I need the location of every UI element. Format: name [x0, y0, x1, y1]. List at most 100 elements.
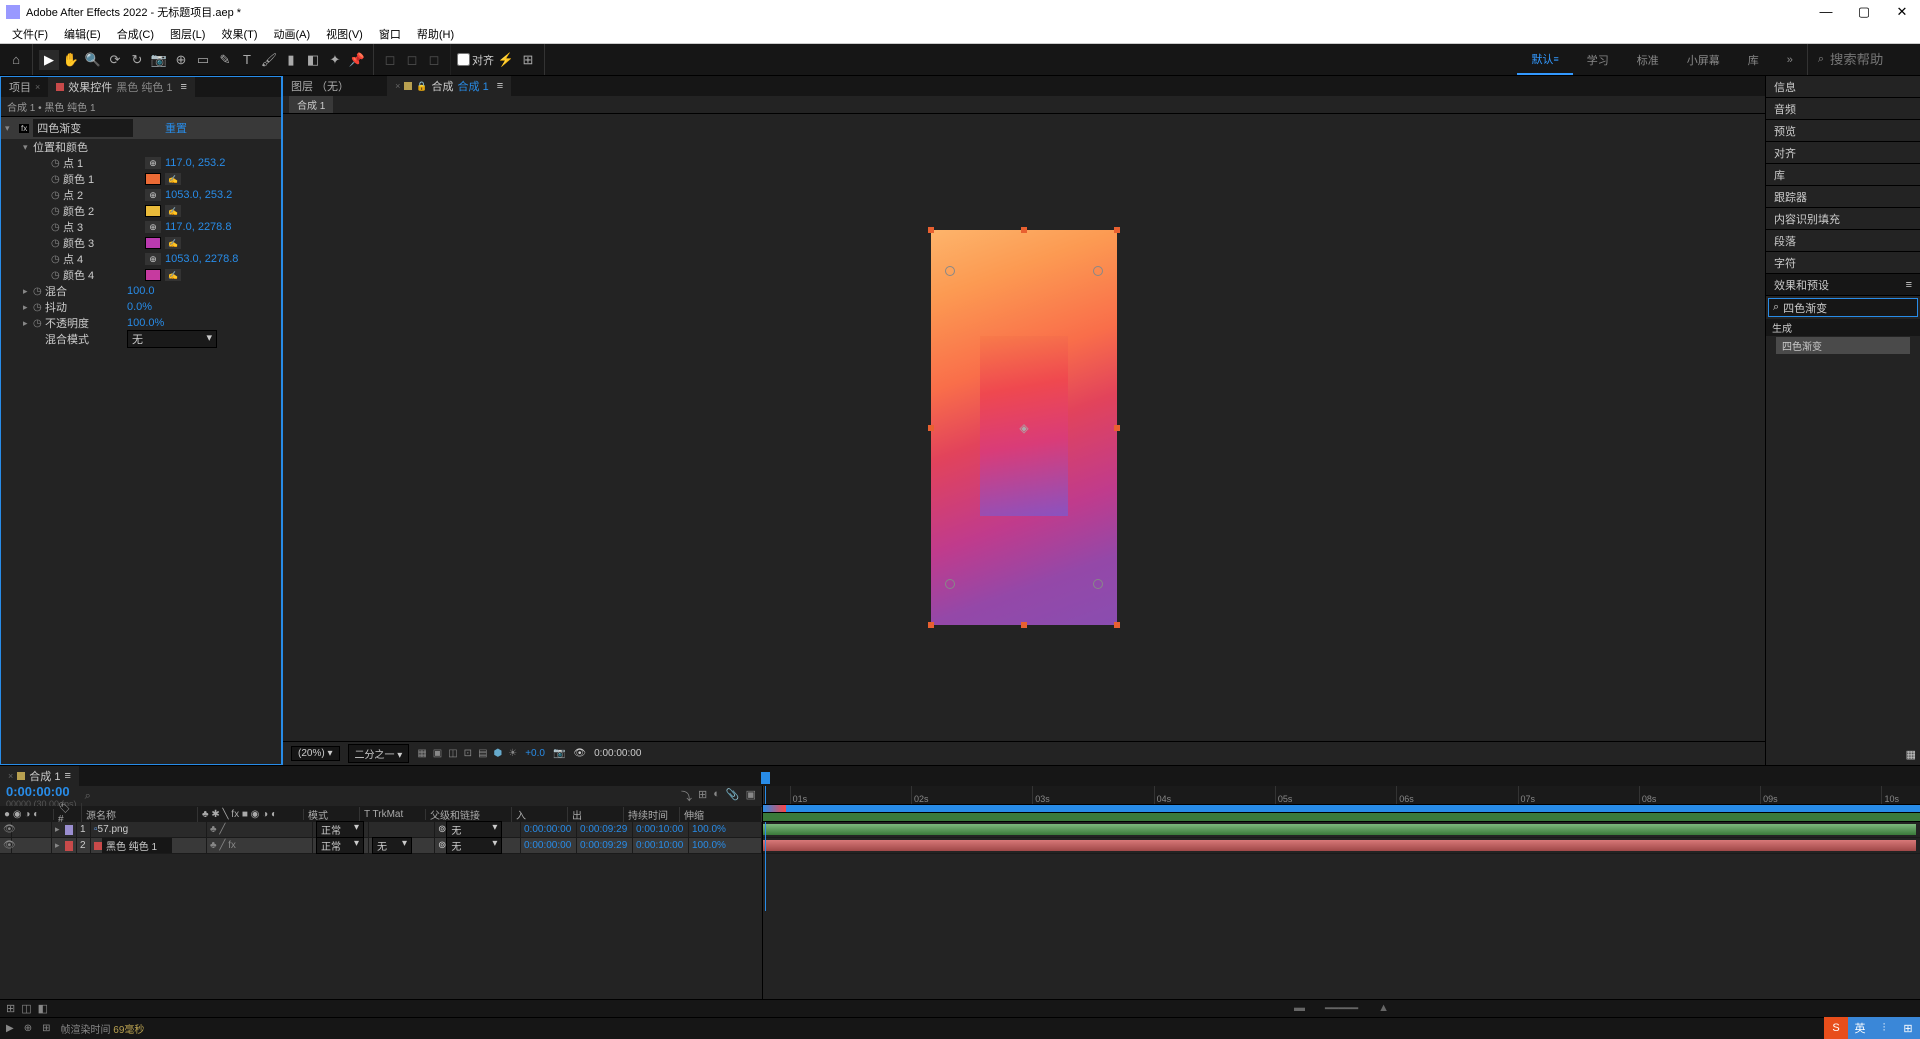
effect-point-2[interactable] [1093, 266, 1103, 276]
ime-keyboard-icon[interactable]: ⊞ [1896, 1017, 1920, 1039]
stopwatch-icon[interactable]: ◷ [51, 158, 63, 169]
eyedropper-icon[interactable]: ✍ [165, 173, 181, 185]
graph-editor-icon[interactable]: 📎 [726, 788, 740, 804]
motion-blur-icon[interactable]: ◐ [713, 788, 720, 804]
menu-effect[interactable]: 效果(T) [213, 26, 265, 42]
workspace-more[interactable]: » [1773, 44, 1807, 75]
tracker-panel[interactable]: 跟踪器 [1766, 186, 1920, 208]
library-panel[interactable]: 库 [1766, 164, 1920, 186]
effects-presets-panel[interactable]: 效果和预设≡ [1766, 274, 1920, 296]
twirl-icon[interactable]: ▸ [23, 318, 33, 329]
orbit-tool[interactable]: ⟳ [105, 50, 125, 70]
menu-view[interactable]: 视图(V) [318, 26, 371, 42]
exposure-icon[interactable]: ☀ [508, 748, 517, 759]
region-icon[interactable]: ⊡ [464, 748, 472, 759]
crosshair-icon[interactable]: ⊕ [145, 157, 161, 169]
search-icon[interactable]: ⌕ [85, 790, 91, 803]
selection-handle[interactable] [1021, 227, 1027, 233]
disk-cache-icon[interactable]: ⊞ [42, 1023, 50, 1034]
layer-viewer-tab[interactable]: 图层 （无） [283, 76, 357, 96]
zoom-slider[interactable]: ━━━━━ [1325, 1002, 1358, 1015]
toggle-switches-icon[interactable]: ⊞ [6, 1002, 15, 1015]
roto-tool[interactable]: ✦ [325, 50, 345, 70]
exposure-value[interactable]: +0.0 [525, 748, 545, 759]
workspace-small[interactable]: 小屏幕 [1673, 44, 1734, 75]
crosshair-icon[interactable]: ⊕ [145, 221, 161, 233]
snap-options-icon[interactable]: ⚡ [496, 50, 516, 70]
grid-icon[interactable]: ▦ [417, 748, 426, 759]
audio-panel[interactable]: 音频 [1766, 98, 1920, 120]
color2-swatch[interactable] [145, 205, 161, 217]
eyedropper-icon[interactable]: ✍ [165, 205, 181, 217]
point4-value[interactable]: 1053.0, 2278.8 [165, 253, 238, 265]
point3-value[interactable]: 117.0, 2278.8 [165, 221, 231, 233]
clone-tool[interactable]: ▮ [281, 50, 301, 70]
twirl-icon[interactable]: ▾ [5, 123, 15, 134]
character-panel[interactable]: 字符 [1766, 252, 1920, 274]
align-panel[interactable]: 对齐 [1766, 142, 1920, 164]
stopwatch-icon[interactable]: ◷ [51, 270, 63, 281]
camera-tool[interactable]: 📷 [149, 50, 169, 70]
twirl-icon[interactable]: ▸ [23, 286, 33, 297]
stopwatch-icon[interactable]: ◷ [51, 174, 63, 185]
selection-handle[interactable] [1021, 622, 1027, 628]
visibility-icon[interactable]: 👁 [0, 838, 12, 853]
channel-icon[interactable]: ▤ [478, 748, 487, 759]
time-ruler[interactable]: 01s 02s 03s 04s 05s 06s 07s 08s 09s 10s [763, 786, 1920, 805]
layer-row-2[interactable]: 👁 ▸ 2 黑色 纯色 1 ♣ ╱ fx 正常▾ 无▾ ⊚ 无▾ 0:00:00… [0, 838, 762, 854]
selection-handle[interactable] [1114, 227, 1120, 233]
jitter-value[interactable]: 0.0% [127, 301, 152, 313]
menu-icon[interactable]: ≡ [64, 770, 70, 782]
menu-help[interactable]: 帮助(H) [409, 26, 462, 42]
layer-label-swatch[interactable] [65, 825, 73, 835]
zoom-out-icon[interactable]: ▬ [1294, 1002, 1305, 1015]
stopwatch-icon[interactable]: ◷ [51, 238, 63, 249]
menu-icon[interactable]: ≡ [181, 81, 187, 93]
effect-controls-tab[interactable]: 效果控件 黑色 纯色 1 ≡ [48, 77, 195, 97]
project-tab[interactable]: 项目 × [1, 77, 48, 97]
render-queue-icon[interactable]: ▶ [6, 1023, 14, 1034]
stopwatch-icon[interactable]: ◷ [33, 318, 45, 329]
lock-icon[interactable]: 🔒 [416, 81, 427, 92]
color3-swatch[interactable] [145, 237, 161, 249]
current-time-display[interactable]: 0:00:00:00 [6, 784, 77, 799]
selection-handle[interactable] [928, 227, 934, 233]
zoom-tool[interactable]: 🔍 [83, 50, 103, 70]
color-mgmt-icon[interactable]: ⬢ [494, 748, 503, 759]
toggle-in-out-icon[interactable]: ◧ [38, 1002, 48, 1015]
shy-icon[interactable]: ⤵ [681, 788, 692, 804]
effects-search-input[interactable] [1783, 302, 1920, 314]
expand-icon[interactable]: ▣ [746, 788, 756, 804]
zoom-in-icon[interactable]: ▲ [1378, 1002, 1389, 1015]
shape-tool[interactable]: ▭ [193, 50, 213, 70]
blend-mode-dropdown[interactable]: 无▾ [127, 330, 217, 348]
workspace-library[interactable]: 库 [1734, 44, 1773, 75]
playhead-line[interactable] [765, 822, 766, 911]
layer-row-1[interactable]: 👁 ▸ 1 ▫ 57.png ♣ ╱ 正常▾ ⊚ 无▾ 0:00:00:00 0… [0, 822, 762, 838]
menu-icon[interactable]: ≡ [1906, 279, 1912, 291]
home-icon[interactable]: ⌂ [6, 50, 26, 70]
text-tool[interactable]: T [237, 50, 257, 70]
layer-bar-1[interactable] [763, 824, 1916, 835]
opacity-value[interactable]: 100.0% [127, 317, 164, 329]
layer-label-swatch[interactable] [65, 841, 73, 851]
composition-viewer-tab[interactable]: × 🔒 合成 合成 1 ≡ [387, 76, 511, 96]
eyedropper-icon[interactable]: ✍ [165, 237, 181, 249]
workspace-default[interactable]: 默认 ≡ [1517, 44, 1572, 75]
preset-item[interactable]: 四色渐变 [1776, 337, 1910, 354]
blend-value[interactable]: 100.0 [127, 285, 155, 297]
mask-icon[interactable]: ◫ [448, 748, 457, 759]
timeline-bars[interactable] [763, 822, 1920, 911]
maximize-button[interactable]: ▢ [1852, 4, 1876, 20]
effect-point-1[interactable] [945, 266, 955, 276]
color4-swatch[interactable] [145, 269, 161, 281]
ime-logo-icon[interactable]: S [1824, 1017, 1848, 1039]
eraser-tool[interactable]: ◧ [303, 50, 323, 70]
crosshair-icon[interactable]: ⊕ [145, 189, 161, 201]
menu-animation[interactable]: 动画(A) [266, 26, 319, 42]
minimize-button[interactable]: — [1814, 4, 1838, 20]
toggle-modes-icon[interactable]: ◫ [21, 1002, 31, 1015]
stopwatch-icon[interactable]: ◷ [51, 190, 63, 201]
hand-tool[interactable]: ✋ [61, 50, 81, 70]
search-help-input[interactable] [1830, 52, 1910, 67]
